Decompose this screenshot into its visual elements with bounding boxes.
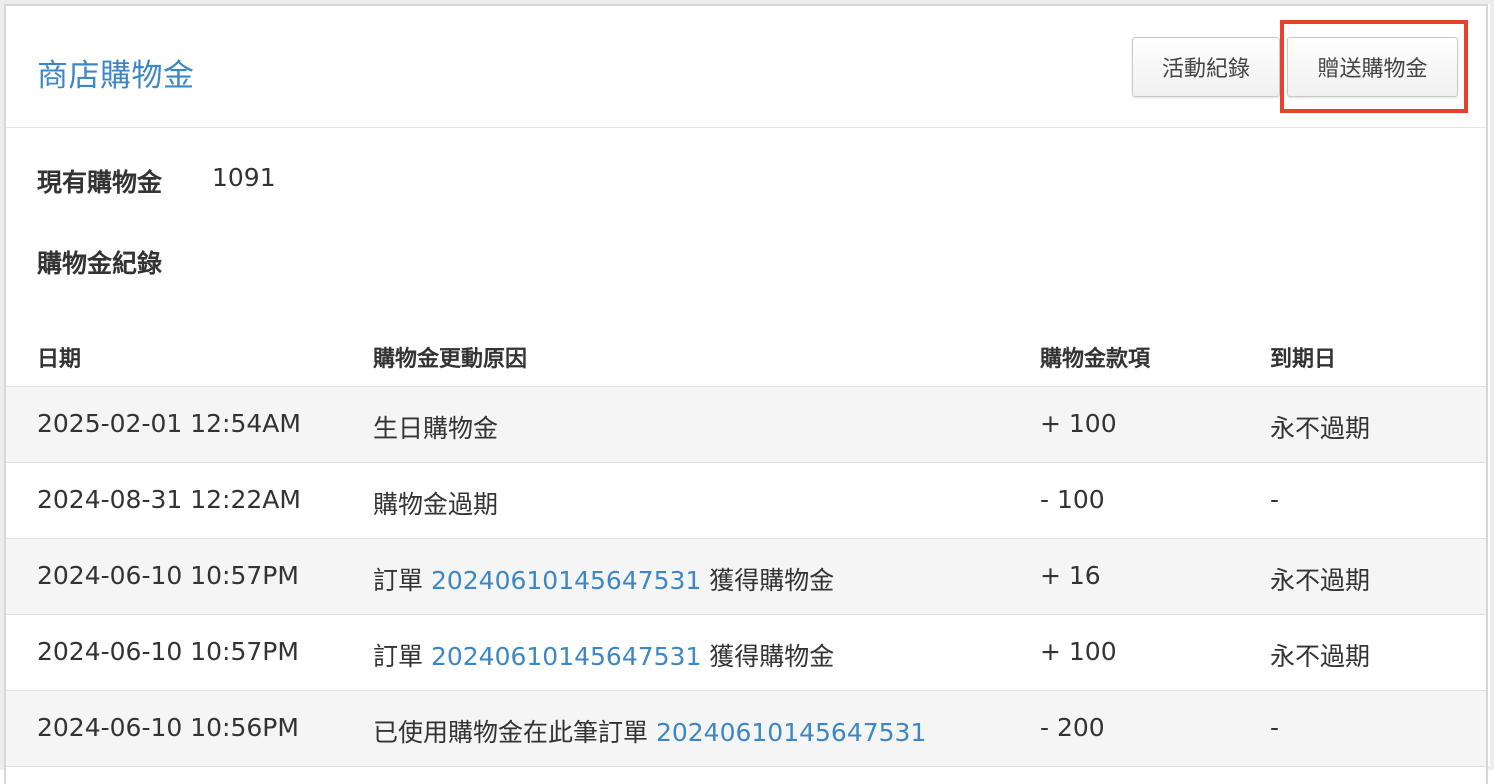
balance-label: 現有購物金 <box>37 168 163 197</box>
current-balance: 現有購物金 1091 <box>37 163 276 199</box>
row-reason-text: 訂單 <box>373 566 431 595</box>
table-row: 2024-08-31 12:22AM 購物金過期 - 100 - <box>6 463 1486 539</box>
row-reason-text: 已使用購物金在此筆訂單 <box>373 718 656 747</box>
row-reason: 訂單 20240610145647531 獲得購物金 <box>373 637 834 673</box>
row-amount: - 200 <box>1040 713 1105 742</box>
row-reason-text: 訂單 <box>373 642 431 671</box>
row-reason: 已使用購物金在此筆訂單 20240610145647531 <box>373 713 926 749</box>
row-date: 2024-06-10 10:57PM <box>37 637 299 666</box>
row-date: 2024-08-31 12:22AM <box>37 485 301 514</box>
row-reason: 購物金過期 <box>373 485 498 521</box>
row-reason-text: 購物金過期 <box>373 490 499 519</box>
row-reason-suffix: 獲得購物金 <box>701 566 835 595</box>
records-title: 購物金紀錄 <box>37 249 163 278</box>
row-expiry: 永不過期 <box>1270 414 1371 443</box>
row-reason: 訂單 20240610145647531 獲得購物金 <box>373 561 834 597</box>
row-amount: + 100 <box>1040 409 1117 438</box>
row-amount: + 100 <box>1040 637 1117 666</box>
row-amount: - 100 <box>1040 485 1105 514</box>
balance-value: 1091 <box>212 163 276 192</box>
row-expiry: - <box>1270 485 1280 514</box>
row-expiry: 永不過期 <box>1270 642 1371 671</box>
row-amount: + 16 <box>1040 561 1101 590</box>
table-row: 2025-02-01 12:54AM 生日購物金 + 100 永不過期 <box>6 387 1486 463</box>
column-header-reason: 購物金更動原因 <box>373 347 528 372</box>
page-title: 商店購物金 <box>37 58 195 94</box>
row-expiry: 永不過期 <box>1270 566 1371 595</box>
records-table-body: 2025-02-01 12:54AM 生日購物金 + 100 永不過期 2024… <box>6 387 1486 767</box>
store-credit-panel: 商店購物金 活動紀錄 贈送購物金 現有購物金 1091 購物金紀錄 日期 購物金… <box>4 4 1488 784</box>
column-header-date: 日期 <box>37 347 82 372</box>
row-date: 2024-06-10 10:57PM <box>37 561 299 590</box>
row-date: 2025-02-01 12:54AM <box>37 409 301 438</box>
order-number-link[interactable]: 20240610145647531 <box>431 566 701 595</box>
row-reason: 生日購物金 <box>373 409 498 445</box>
table-header: 日期 購物金更動原因 購物金款項 到期日 <box>6 321 1486 387</box>
table-row: 2024-06-10 10:57PM 訂單 20240610145647531 … <box>6 615 1486 691</box>
gift-credit-button[interactable]: 贈送購物金 <box>1287 37 1458 97</box>
row-reason-text: 生日購物金 <box>373 414 499 443</box>
order-number-link[interactable]: 20240610145647531 <box>656 718 926 747</box>
table-row: 2024-06-10 10:56PM 已使用購物金在此筆訂單 202406101… <box>6 691 1486 767</box>
row-expiry: - <box>1270 713 1280 742</box>
column-header-amount: 購物金款項 <box>1040 347 1151 372</box>
row-reason-suffix: 獲得購物金 <box>701 642 835 671</box>
order-number-link[interactable]: 20240610145647531 <box>431 642 701 671</box>
activity-log-button[interactable]: 活動紀錄 <box>1132 37 1280 97</box>
table-row: 2024-06-10 10:57PM 訂單 20240610145647531 … <box>6 539 1486 615</box>
column-header-expiry: 到期日 <box>1270 347 1337 372</box>
panel-header: 商店購物金 活動紀錄 贈送購物金 <box>6 6 1486 128</box>
row-date: 2024-06-10 10:56PM <box>37 713 299 742</box>
